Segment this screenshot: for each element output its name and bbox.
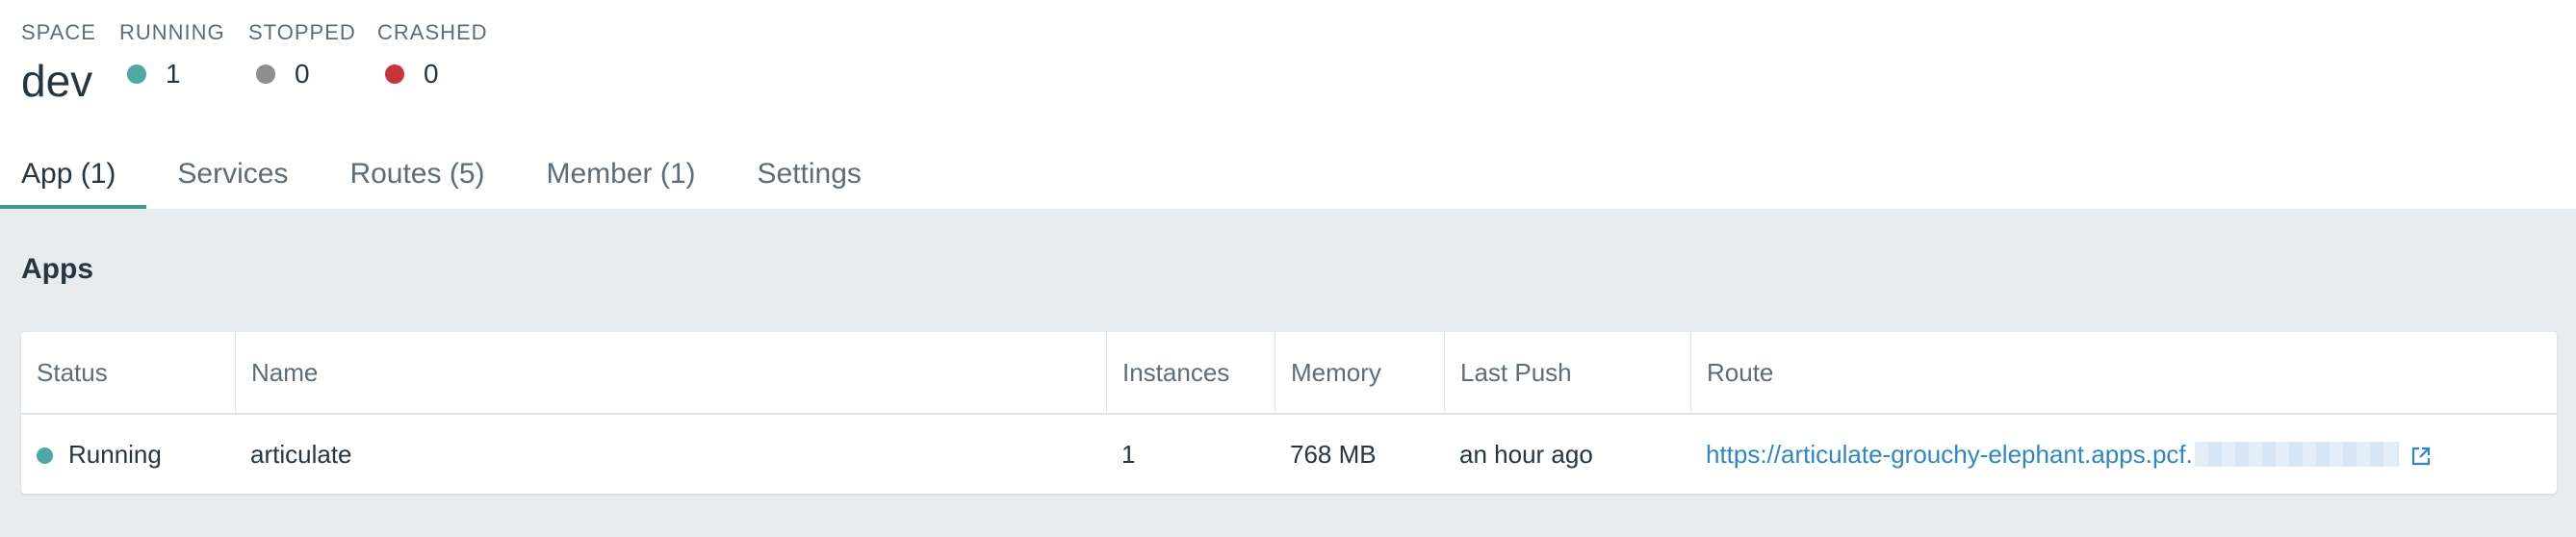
running-count: 1 [127, 60, 181, 89]
external-link-icon[interactable] [2410, 419, 2432, 498]
column-header-memory[interactable]: Memory [1275, 332, 1444, 413]
apps-panel: Apps Status Name Instances Memory Last P… [0, 209, 2576, 537]
tab-routes[interactable]: Routes (5) [319, 144, 515, 209]
route-link[interactable]: https://articulate-grouchy-elephant.apps… [1706, 440, 2193, 469]
crashed-label: CRASHED [377, 20, 488, 44]
stopped-label: STOPPED [248, 20, 356, 44]
apps-table: Status Name Instances Memory Last Push R… [21, 332, 2557, 494]
app-route-cell: https://articulate-grouchy-elephant.apps… [1690, 415, 2557, 494]
app-status-cell: Running [21, 415, 235, 494]
app-last-push-cell: an hour ago [1459, 440, 1593, 469]
column-header-name[interactable]: Name [235, 332, 1106, 413]
redacted-domain [2194, 442, 2399, 467]
column-header-last-push[interactable]: Last Push [1444, 332, 1690, 413]
tab-services[interactable]: Services [146, 144, 319, 209]
stopped-count: 0 [256, 60, 310, 89]
space-header: SPACE dev RUNNING 1 STOPPED 0 CRASHED 0 … [0, 0, 2576, 209]
tab-app[interactable]: App (1) [0, 144, 147, 209]
tab-settings[interactable]: Settings [727, 144, 892, 209]
crashed-status-dot [385, 64, 404, 84]
table-header: Status Name Instances Memory Last Push R… [21, 332, 2557, 415]
running-status-dot [127, 64, 146, 84]
app-name-cell[interactable]: articulate [235, 415, 1106, 494]
running-status-dot [37, 448, 53, 464]
column-header-route[interactable]: Route [1690, 332, 2557, 413]
space-tabs: App (1) Services Routes (5) Member (1) S… [0, 144, 892, 209]
column-header-instances[interactable]: Instances [1106, 332, 1275, 413]
tab-member[interactable]: Member (1) [516, 144, 727, 209]
space-name: dev [21, 56, 93, 106]
stopped-status-dot [256, 64, 275, 84]
running-label: RUNNING [119, 20, 225, 44]
table-row[interactable]: Running articulate 1 768 MB an hour ago … [21, 415, 2557, 494]
crashed-count: 0 [385, 60, 439, 89]
section-title: Apps [21, 253, 93, 285]
space-label: SPACE [21, 20, 96, 44]
app-instances-cell: 1 [1121, 440, 1136, 469]
column-header-status[interactable]: Status [21, 332, 235, 413]
app-memory-cell: 768 MB [1290, 440, 1377, 469]
